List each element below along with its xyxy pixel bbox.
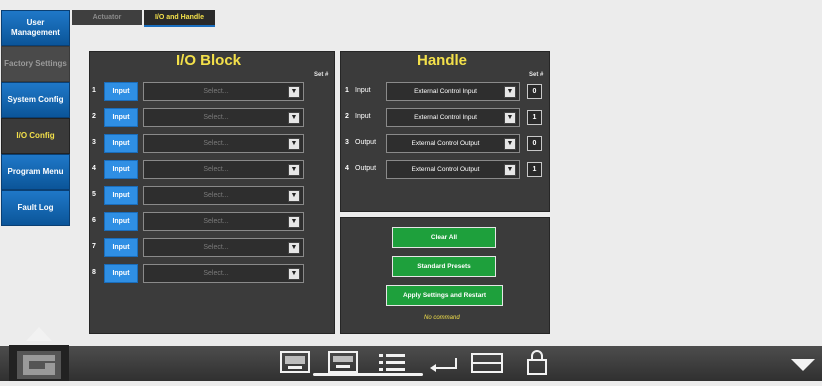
- handle-row-number: 3: [345, 139, 349, 146]
- sidebar-item-io-config[interactable]: I/O Config: [1, 118, 70, 154]
- io-select-dropdown[interactable]: Select... ▼: [143, 134, 304, 153]
- io-row-number: 8: [92, 269, 96, 276]
- handle-row-number: 2: [345, 113, 349, 120]
- handle-select-dropdown[interactable]: External Control Input ▼: [386, 108, 520, 127]
- chevron-down-icon: ▼: [504, 111, 516, 124]
- lock-icon[interactable]: [526, 350, 548, 381]
- chevron-down-icon: ▼: [504, 85, 516, 98]
- handle-row-number: 4: [345, 165, 349, 172]
- io-row-number: 7: [92, 243, 96, 250]
- io-block-title: I/O Block: [176, 52, 242, 69]
- sidebar-item-program-menu[interactable]: Program Menu: [1, 154, 70, 190]
- io-input-button[interactable]: Input: [104, 82, 138, 101]
- io-row-number: 2: [92, 113, 96, 120]
- handle-select-dropdown[interactable]: External Control Output ▼: [386, 134, 520, 153]
- down-arrow-icon[interactable]: [789, 357, 817, 378]
- chevron-down-icon: ▼: [288, 267, 300, 280]
- io-row-number: 5: [92, 191, 96, 198]
- handle-row-type: Input: [355, 87, 371, 94]
- handle-set-number[interactable]: 1: [527, 110, 542, 125]
- io-row-number: 6: [92, 217, 96, 224]
- clear-all-button[interactable]: Clear All: [392, 227, 496, 248]
- status-text: No command: [424, 315, 460, 321]
- io-input-button[interactable]: Input: [104, 212, 138, 231]
- io-select-dropdown[interactable]: Select... ▼: [143, 82, 304, 101]
- sidebar-item-system-config[interactable]: System Config: [1, 82, 70, 118]
- sidebar-item-fault-log[interactable]: Fault Log: [1, 190, 70, 226]
- handle-row-number: 1: [345, 87, 349, 94]
- io-row-number: 1: [92, 87, 96, 94]
- return-icon[interactable]: [428, 356, 460, 381]
- chevron-down-icon: ▼: [288, 215, 300, 228]
- keyboard-icon[interactable]: [280, 351, 310, 378]
- chevron-down-icon: ▼: [288, 85, 300, 98]
- io-set-header: Set #: [314, 72, 329, 78]
- io-input-button[interactable]: Input: [104, 160, 138, 179]
- tab-io-and-handle[interactable]: I/O and Handle: [144, 10, 215, 27]
- handle-set-header: Set #: [529, 72, 544, 78]
- chevron-down-icon: ▼: [288, 163, 300, 176]
- apply-settings-restart-button[interactable]: Apply Settings and Restart: [386, 285, 503, 306]
- io-input-button[interactable]: Input: [104, 108, 138, 127]
- handle-row-type: Output: [355, 165, 377, 172]
- sidebar-item-user-management[interactable]: User Management: [1, 10, 70, 46]
- io-input-button[interactable]: Input: [104, 134, 138, 153]
- io-row-number: 4: [92, 165, 96, 172]
- io-input-button[interactable]: Input: [104, 186, 138, 205]
- chevron-down-icon: ▼: [288, 189, 300, 202]
- io-input-button[interactable]: Input: [104, 264, 138, 283]
- handle-set-number[interactable]: 0: [527, 84, 542, 99]
- io-row-number: 3: [92, 139, 96, 146]
- chevron-down-icon: ▼: [504, 163, 516, 176]
- windows-icon[interactable]: [470, 352, 510, 381]
- sidebar: User Management Factory Settings System …: [0, 0, 71, 330]
- chevron-down-icon: ▼: [504, 137, 516, 150]
- handle-set-number[interactable]: 1: [527, 162, 542, 177]
- chevron-down-icon: ▼: [288, 137, 300, 150]
- logo-block: [9, 345, 69, 381]
- io-select-dropdown[interactable]: Select... ▼: [143, 108, 304, 127]
- io-input-button[interactable]: Input: [104, 238, 138, 257]
- handle-row-type: Output: [355, 139, 377, 146]
- io-select-dropdown[interactable]: Select... ▼: [143, 160, 304, 179]
- handle-select-dropdown[interactable]: External Control Output ▼: [386, 160, 520, 179]
- sidebar-item-factory-settings[interactable]: Factory Settings: [1, 46, 70, 82]
- brand-logo-icon: [17, 351, 61, 379]
- io-select-dropdown[interactable]: Select... ▼: [143, 264, 304, 283]
- standard-presets-button[interactable]: Standard Presets: [392, 256, 496, 277]
- scroll-indicator[interactable]: [313, 373, 423, 376]
- chevron-down-icon: ▼: [288, 111, 300, 124]
- io-select-dropdown[interactable]: Select... ▼: [143, 212, 304, 231]
- tab-actuator[interactable]: Actuator: [72, 10, 142, 25]
- handle-row-type: Input: [355, 113, 371, 120]
- handle-set-number[interactable]: 0: [527, 136, 542, 151]
- handle-title: Handle: [417, 52, 468, 69]
- handle-select-dropdown[interactable]: External Control Input ▼: [386, 82, 520, 101]
- chevron-down-icon: ▼: [288, 241, 300, 254]
- handle-panel: [340, 51, 550, 212]
- up-arrow-icon[interactable]: [24, 325, 54, 343]
- io-select-dropdown[interactable]: Select... ▼: [143, 186, 304, 205]
- io-select-dropdown[interactable]: Select... ▼: [143, 238, 304, 257]
